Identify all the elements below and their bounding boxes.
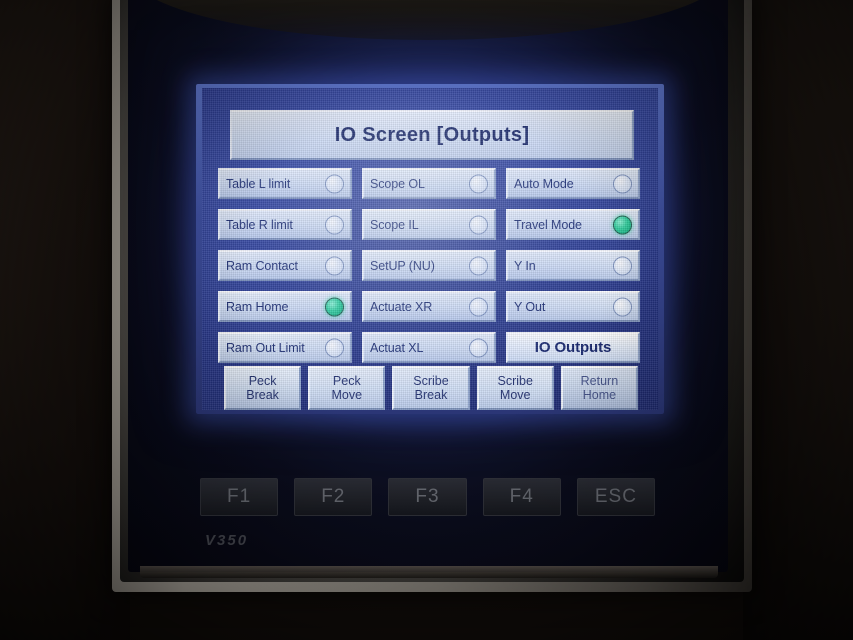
peck-break-button[interactable]: Peck Break (224, 366, 302, 410)
esc-key[interactable]: ESC (576, 478, 656, 516)
button-line-1: Scribe (413, 374, 449, 388)
io-row-setup-nu[interactable]: SetUP (NU) (362, 250, 496, 281)
button-line-1: Peck (332, 374, 361, 388)
button-line-1: Return (580, 374, 619, 388)
io-label: Table R limit (226, 217, 293, 232)
io-column-2: Scope OL Scope IL SetUP (NU) Actuate XR (362, 168, 496, 373)
io-label: Ram Contact (226, 258, 298, 273)
esc-key-label: ESC (594, 486, 637, 507)
ambient-background-left (0, 0, 130, 640)
io-label: Y In (514, 258, 536, 273)
io-row-actuat-xl[interactable]: Actuat XL (362, 332, 496, 363)
io-row-y-in[interactable]: Y In (506, 250, 640, 281)
return-home-button[interactable]: Return Home (560, 366, 639, 410)
io-row-y-out[interactable]: Y Out (506, 291, 640, 322)
io-label: Actuat XL (370, 340, 424, 355)
io-label: SetUP (NU) (370, 258, 435, 273)
status-led-off (613, 256, 632, 275)
hmi-ui-root: IO Screen [Outputs] Table L limit Table … (202, 88, 658, 410)
status-led-off (469, 256, 488, 275)
io-label: Scope OL (370, 176, 425, 191)
io-label: Ram Out Limit (226, 340, 305, 355)
io-label: Travel Mode (514, 217, 582, 232)
scribe-break-button[interactable]: Scribe Break (392, 366, 470, 410)
status-led-off (325, 174, 344, 193)
f3-key[interactable]: F3 (388, 478, 467, 516)
io-label: Auto Mode (514, 176, 574, 191)
peck-move-button[interactable]: Peck Move (308, 366, 386, 410)
io-row-ram-home[interactable]: Ram Home (218, 291, 352, 322)
io-label: Y Out (514, 299, 546, 314)
status-led-off (469, 174, 488, 193)
button-line-2: Break (246, 388, 279, 402)
io-outputs-nav-button[interactable]: IO Outputs (506, 332, 640, 363)
io-label: Actuate XR (370, 299, 433, 314)
f4-key-label: F4 (509, 486, 534, 507)
hmi-photo-scene: IO Screen [Outputs] Table L limit Table … (0, 0, 853, 640)
f1-key[interactable]: F1 (200, 478, 279, 516)
button-line-2: Move (499, 388, 531, 402)
f2-key[interactable]: F2 (294, 478, 373, 516)
io-row-table-l-limit[interactable]: Table L limit (218, 168, 352, 199)
scribe-move-button[interactable]: Scribe Move (476, 366, 554, 410)
io-row-actuate-xr[interactable]: Actuate XR (362, 291, 496, 322)
f3-key-label: F3 (415, 486, 440, 507)
io-label: Scope IL (370, 217, 419, 232)
io-row-auto-mode[interactable]: Auto Mode (506, 168, 640, 199)
panel-bottom-edge (140, 566, 718, 578)
page-title: IO Screen [Outputs] (334, 123, 530, 146)
status-led-off (613, 297, 632, 316)
status-led-off (325, 338, 344, 357)
io-row-travel-mode[interactable]: Travel Mode (506, 209, 640, 240)
io-label: Ram Home (226, 299, 289, 314)
io-column-3: Auto Mode Travel Mode Y In Y Out IO Outp… (506, 168, 640, 373)
status-led-off (325, 215, 344, 234)
lcd-display: IO Screen [Outputs] Table L limit Table … (202, 88, 658, 410)
button-line-2: Break (414, 388, 448, 402)
status-led-off (469, 338, 488, 357)
button-line-2: Home (582, 388, 617, 402)
io-row-scope-il[interactable]: Scope IL (362, 209, 496, 240)
f2-key-label: F2 (321, 486, 346, 507)
ambient-background-right (743, 0, 853, 640)
button-line-1: Scribe (497, 374, 533, 388)
button-line-1: Peck (248, 374, 277, 388)
page-title-bar: IO Screen [Outputs] (230, 110, 634, 160)
status-led-on (325, 297, 344, 316)
status-led-on (613, 215, 632, 234)
io-row-table-r-limit[interactable]: Table R limit (218, 209, 352, 240)
io-column-1: Table L limit Table R limit Ram Contact … (218, 168, 352, 373)
button-line-2: Move (331, 388, 363, 402)
io-label: Table L limit (226, 176, 291, 191)
io-row-ram-contact[interactable]: Ram Contact (218, 250, 352, 281)
status-led-off (325, 256, 344, 275)
status-led-off (469, 297, 488, 316)
status-led-off (469, 215, 488, 234)
physical-keypad: F1 F2 F3 F4 ESC (200, 478, 656, 516)
device-model-label: V350 (205, 532, 249, 549)
io-row-scope-ol[interactable]: Scope OL (362, 168, 496, 199)
action-button-row: Peck Break Peck Move Scribe Break Scribe… (224, 366, 639, 410)
io-row-ram-out-limit[interactable]: Ram Out Limit (218, 332, 352, 363)
status-led-off (613, 174, 632, 193)
io-outputs-label: IO Outputs (534, 339, 612, 356)
f1-key-label: F1 (227, 486, 252, 507)
f4-key[interactable]: F4 (482, 478, 561, 516)
